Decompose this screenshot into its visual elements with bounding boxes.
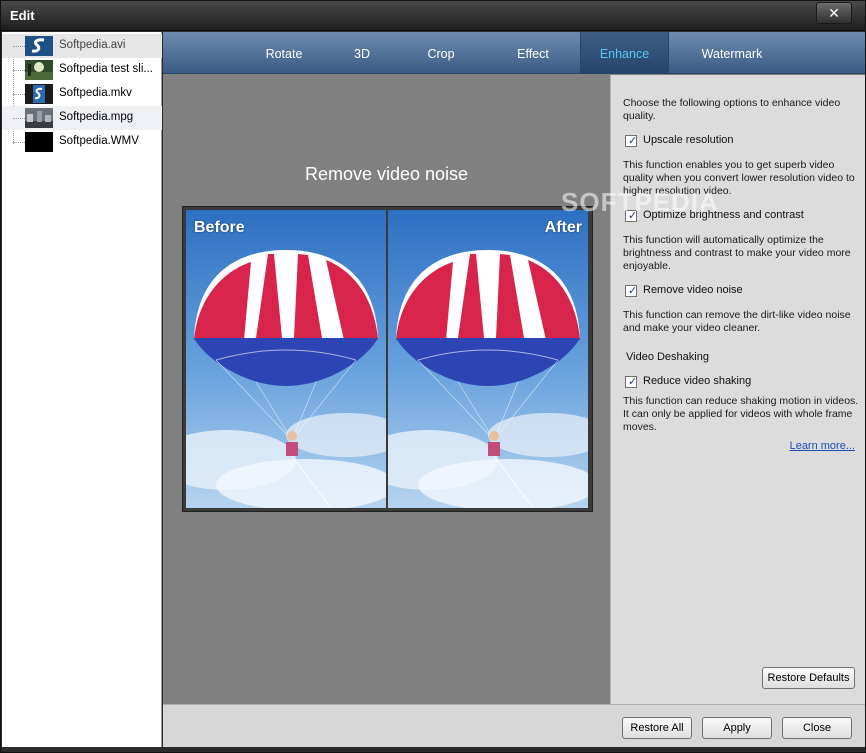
tree-branch	[13, 46, 25, 47]
tab-rotate[interactable]: Rotate	[253, 32, 315, 74]
softpedia-watermark: SOFTPEDIA	[561, 187, 719, 217]
file-name: Softpedia test sli...	[59, 63, 153, 75]
enhance-options-panel: Choose the following options to enhance …	[610, 75, 865, 704]
after-label: After	[544, 219, 582, 236]
window-title: Edit	[10, 8, 35, 23]
preview-after-image: After	[388, 210, 588, 508]
checkmark-icon: ✓	[628, 376, 638, 388]
tab-effect[interactable]: Effect	[503, 32, 563, 74]
shaking-description: This function can reduce shaking motion …	[623, 395, 859, 433]
preview-before-image: Before	[186, 210, 386, 508]
main-panel: Rotate 3D Crop Effect Enhance Watermark …	[163, 32, 865, 747]
softpedia-logo-thumbnail-icon	[25, 36, 53, 56]
restore-all-button[interactable]: Restore All	[622, 717, 692, 739]
tree-branch	[13, 70, 25, 71]
tree-branch	[13, 142, 25, 143]
tab-crop[interactable]: Crop	[413, 32, 469, 74]
softpedia-logo-thumbnail-icon	[25, 84, 53, 104]
upscale-resolution-checkbox[interactable]: ✓	[625, 135, 637, 147]
checkmark-icon: ✓	[628, 135, 638, 147]
remove-noise-checkbox[interactable]: ✓	[625, 285, 637, 297]
file-item-softpedia-test-slideshow[interactable]: Softpedia test sli...	[2, 58, 162, 82]
restore-defaults-button[interactable]: Restore Defaults	[762, 667, 855, 689]
preview-frame: Before After	[182, 206, 593, 512]
file-item-softpedia-wmv[interactable]: Softpedia.WMV	[2, 130, 162, 154]
before-label: Before	[194, 219, 245, 236]
reduce-shaking-checkbox[interactable]: ✓	[625, 376, 637, 388]
noise-description: This function can remove the dirt-like v…	[623, 309, 851, 334]
intro-text: Choose the following options to enhance …	[623, 97, 841, 122]
file-name: Softpedia.avi	[59, 39, 126, 51]
file-name: Softpedia.mkv	[59, 87, 132, 99]
video-deshaking-heading: Video Deshaking	[626, 351, 709, 363]
brightness-description: This function will automatically optimiz…	[623, 234, 851, 272]
checkmark-icon: ✓	[628, 285, 638, 297]
remove-noise-label[interactable]: Remove video noise	[643, 284, 743, 296]
black-thumbnail-icon	[25, 132, 53, 152]
tree-branch	[13, 94, 25, 95]
tab-bar: Rotate 3D Crop Effect Enhance Watermark	[163, 32, 865, 74]
tab-watermark[interactable]: Watermark	[689, 32, 775, 74]
file-item-softpedia-mkv[interactable]: Softpedia.mkv	[2, 82, 162, 106]
tab-enhance[interactable]: Enhance	[580, 32, 669, 74]
edit-window: Edit ✕ Softpedia.avi Softpedia test sli.…	[0, 0, 866, 753]
close-button[interactable]: Close	[782, 717, 852, 739]
file-item-softpedia-avi[interactable]: Softpedia.avi	[2, 34, 162, 58]
preview-title: Remove video noise	[304, 164, 469, 184]
tree-branch	[13, 118, 25, 119]
landscape-thumbnail-icon	[25, 60, 53, 80]
apply-button[interactable]: Apply	[702, 717, 772, 739]
street-thumbnail-icon	[25, 108, 53, 128]
file-name: Softpedia.WMV	[59, 135, 139, 147]
title-bar: Edit ✕	[1, 1, 865, 31]
upscale-resolution-label[interactable]: Upscale resolution	[643, 134, 734, 146]
file-list: Softpedia.avi Softpedia test sli... Soft…	[2, 32, 162, 747]
footer-bar: Restore All Apply Close	[163, 704, 865, 747]
window-close-button[interactable]: ✕	[816, 2, 852, 24]
reduce-shaking-label[interactable]: Reduce video shaking	[643, 375, 751, 387]
file-item-softpedia-mpg[interactable]: Softpedia.mpg	[2, 106, 162, 130]
file-name: Softpedia.mpg	[59, 111, 134, 123]
learn-more-link[interactable]: Learn more...	[790, 440, 855, 452]
tab-3d[interactable]: 3D	[341, 32, 383, 74]
